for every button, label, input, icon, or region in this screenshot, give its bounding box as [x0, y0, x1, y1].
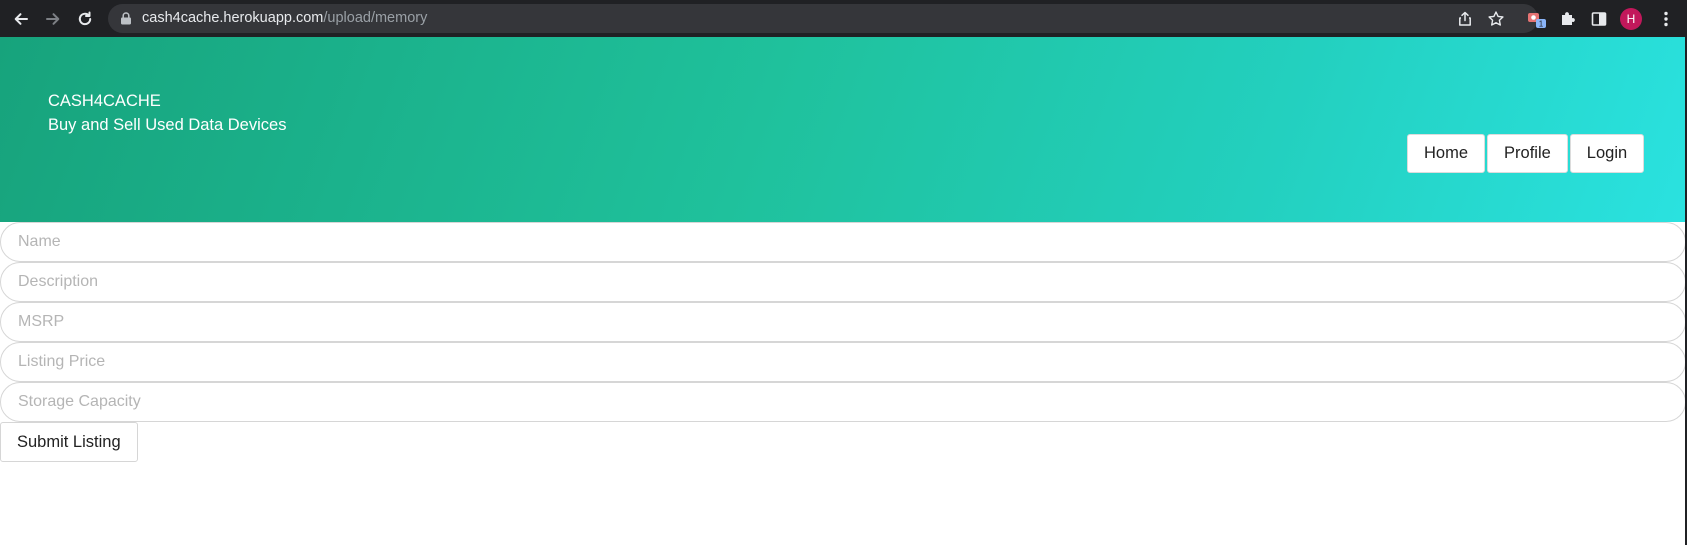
- brand-block: CASH4CACHE Buy and Sell Used Data Device…: [48, 89, 286, 137]
- lock-icon[interactable]: [120, 12, 132, 25]
- listing-form: Submit Listing: [0, 222, 1687, 462]
- share-icon[interactable]: [1456, 10, 1474, 28]
- extension-badge-icon[interactable]: 1: [1527, 9, 1547, 29]
- back-arrow-icon[interactable]: [8, 6, 34, 32]
- listing-price-field[interactable]: [0, 342, 1686, 382]
- url-path: /upload/memory: [323, 10, 428, 26]
- url-host: cash4cache.herokuapp.com: [142, 10, 324, 26]
- kebab-menu-icon[interactable]: [1656, 9, 1676, 29]
- storage-capacity-field[interactable]: [0, 382, 1686, 422]
- nav-login-button[interactable]: Login: [1569, 134, 1645, 173]
- extension-badge-count: 1: [1539, 20, 1544, 29]
- forward-arrow-icon[interactable]: [40, 6, 66, 32]
- submit-listing-button[interactable]: Submit Listing: [0, 422, 138, 462]
- hero-banner: CASH4CACHE Buy and Sell Used Data Device…: [0, 37, 1687, 222]
- description-field[interactable]: [0, 262, 1686, 302]
- sidepanel-icon[interactable]: [1589, 9, 1609, 29]
- msrp-field[interactable]: [0, 302, 1686, 342]
- browser-toolbar: cash4cache.herokuapp.com/upload/memory 1…: [0, 0, 1687, 37]
- brand-tagline: Buy and Sell Used Data Devices: [48, 116, 287, 134]
- page-content: CASH4CACHE Buy and Sell Used Data Device…: [0, 37, 1687, 545]
- name-field[interactable]: [0, 222, 1686, 262]
- reload-icon[interactable]: [72, 6, 98, 32]
- brand-name: CASH4CACHE: [48, 92, 161, 110]
- puzzle-icon[interactable]: [1558, 9, 1578, 29]
- url-text[interactable]: cash4cache.herokuapp.com/upload/memory: [142, 10, 427, 27]
- nav-profile-button[interactable]: Profile: [1487, 134, 1568, 173]
- star-icon[interactable]: [1487, 10, 1505, 28]
- profile-avatar[interactable]: H: [1620, 8, 1642, 30]
- address-bar[interactable]: cash4cache.herokuapp.com/upload/memory: [108, 4, 1538, 33]
- top-nav: Home Profile Login: [1407, 134, 1645, 173]
- nav-home-button[interactable]: Home: [1407, 134, 1486, 173]
